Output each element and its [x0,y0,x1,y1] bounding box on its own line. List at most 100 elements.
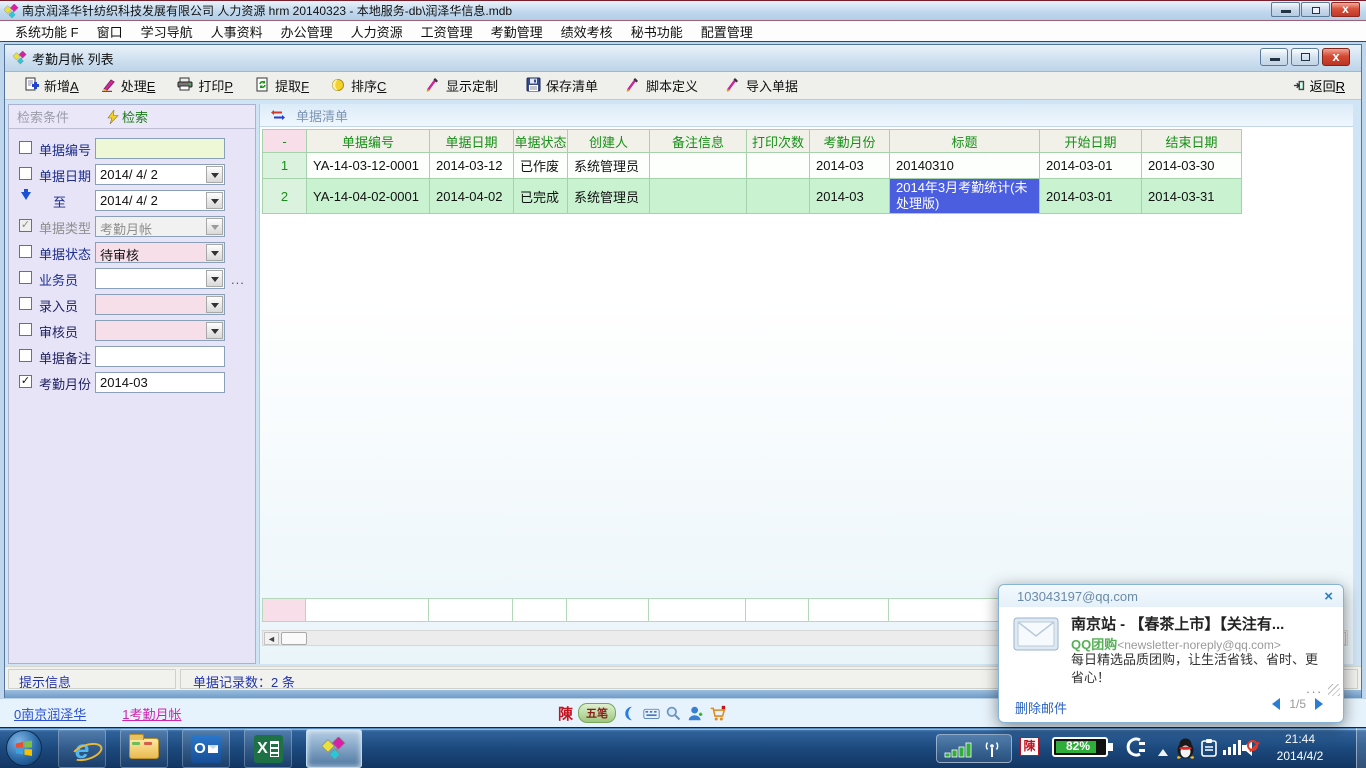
restore-button[interactable] [1301,2,1330,17]
table-row[interactable]: 2YA-14-04-02-00012014-04-02已完成系统管理员2014-… [263,179,1242,214]
checkbox-salesman[interactable] [19,271,32,284]
entry-clerk-dropdown[interactable] [95,294,225,315]
ime-language-indicator[interactable]: 陳 [558,703,573,724]
toolbar-button-导入单据[interactable]: 导入单据 [725,75,799,96]
cell-0-5[interactable] [650,153,747,179]
taskbar-outlook-button[interactable]: O [182,729,230,768]
column-header-9[interactable]: 开始日期 [1040,130,1142,153]
notification-close-icon[interactable]: × [1324,589,1333,604]
volume-muted-icon[interactable] [1242,738,1264,758]
qq-penguin-icon[interactable] [1176,738,1195,759]
bill-date-to-dropdown[interactable]: 2014/ 4/ 2 [95,190,225,211]
row-number-cell[interactable]: 1 [263,153,307,179]
cell-1-8[interactable]: 2014年3月考勤统计(未处理版) [890,179,1040,214]
column-header-8[interactable]: 标题 [890,130,1040,153]
cell-0-8[interactable]: 20140310 [890,153,1040,179]
toolbar-button-提取[interactable]: 提取F [254,75,310,96]
tab-attendance-list[interactable]: 1考勤月帐 [122,704,181,723]
cell-0-4[interactable]: 系统管理员 [568,153,650,179]
taskbar-explorer-button[interactable] [120,729,168,768]
ime-user-icon[interactable] [687,705,704,722]
tray-overflow-arrow[interactable] [1158,744,1168,756]
menu-item-2[interactable]: 学习导航 [132,20,202,43]
checkbox-bill-no[interactable] [19,141,32,154]
scrollbar-thumb[interactable] [281,632,307,645]
network-tray-button[interactable] [936,734,1012,763]
checkbox-entry-clerk[interactable] [19,297,32,310]
dropdown-arrow-bill-status[interactable] [206,244,223,261]
attendance-month-input[interactable]: 2014-03 [95,372,225,393]
menu-item-6[interactable]: 工资管理 [412,20,482,43]
toolbar-button-脚本定义[interactable]: 脚本定义 [625,75,699,96]
scroll-left-arrow[interactable]: ◄ [264,632,279,645]
taskbar-ie-button[interactable]: e [58,729,106,768]
tab-main-window[interactable]: 0南京润泽华 [14,704,86,723]
tray-ime-indicator[interactable]: 陳 [1020,737,1039,756]
column-header-0[interactable]: - [263,130,307,153]
cell-1-2[interactable]: 2014-04-02 [430,179,514,214]
ime-magnifier-icon[interactable] [665,705,682,722]
toolbar-button-显示定制[interactable]: 显示定制 [425,75,499,96]
cell-1-10[interactable]: 2014-03-31 [1142,179,1242,214]
toolbar-button-保存清单[interactable]: 保存清单 [525,75,599,96]
cell-0-1[interactable]: YA-14-03-12-0001 [307,153,430,179]
row-number-cell[interactable]: 2 [263,179,307,214]
menu-item-9[interactable]: 秘书功能 [622,20,692,43]
minimize-button[interactable] [1271,2,1300,17]
column-header-6[interactable]: 打印次数 [747,130,810,153]
start-button[interactable] [6,730,42,766]
wifi-signal-tray-icon[interactable] [1222,738,1242,756]
battery-tray-button[interactable]: 82% [1052,736,1148,758]
column-header-4[interactable]: 创建人 [568,130,650,153]
tray-clock[interactable]: 21:44 2014/4/2 [1262,731,1338,765]
search-button[interactable]: 检索 [107,107,148,126]
clipboard-tray-icon[interactable] [1200,738,1218,758]
bill-status-dropdown[interactable]: 待审核 [95,242,225,263]
bill-remark-input[interactable] [95,346,225,367]
child-restore-button[interactable] [1291,48,1319,66]
column-header-1[interactable]: 单据编号 [307,130,430,153]
ime-keyboard-icon[interactable] [643,705,660,722]
menu-item-10[interactable]: 配置管理 [692,20,762,43]
ime-cart-icon[interactable] [709,705,726,722]
column-header-3[interactable]: 单据状态 [514,130,568,153]
mail-more-dots[interactable]: ... [1306,681,1323,696]
cell-0-2[interactable]: 2014-03-12 [430,153,514,179]
dropdown-arrow-bill-date-to[interactable] [206,192,223,209]
cell-1-5[interactable] [650,179,747,214]
menu-item-4[interactable]: 办公管理 [272,20,342,43]
cell-1-6[interactable] [747,179,810,214]
menu-item-3[interactable]: 人事资料 [202,20,272,43]
bill-date-from-dropdown[interactable]: 2014/ 4/ 2 [95,164,225,185]
dropdown-arrow-salesman[interactable] [206,270,223,287]
ime-mode-button[interactable]: 五笔 [578,703,616,723]
menu-item-7[interactable]: 考勤管理 [482,20,552,43]
cell-1-7[interactable]: 2014-03 [810,179,890,214]
ime-moon-icon[interactable] [621,705,638,722]
column-header-2[interactable]: 单据日期 [430,130,514,153]
salesman-dropdown[interactable] [95,268,225,289]
child-minimize-button[interactable] [1260,48,1288,66]
pager-next-icon[interactable] [1315,698,1329,710]
taskbar-excel-button[interactable]: X [244,729,292,768]
cell-0-10[interactable]: 2014-03-30 [1142,153,1242,179]
close-button[interactable]: x [1331,2,1360,17]
checkbox-bill-type[interactable]: ✓ [19,219,32,232]
column-header-7[interactable]: 考勤月份 [810,130,890,153]
dropdown-arrow-entry-clerk[interactable] [206,296,223,313]
toolbar-button-排序[interactable]: 排序C [330,75,387,96]
delete-mail-link[interactable]: 删除邮件 [1015,698,1067,717]
cell-0-7[interactable]: 2014-03 [810,153,890,179]
taskbar-hrm-app-button[interactable] [306,729,362,768]
cell-1-4[interactable]: 系统管理员 [568,179,650,214]
dropdown-arrow-bill-date-from[interactable] [206,166,223,183]
dropdown-arrow-auditor[interactable] [206,322,223,339]
toolbar-button-处理[interactable]: 处理E [100,75,157,96]
cell-1-3[interactable]: 已完成 [514,179,568,214]
menu-item-0[interactable]: 系统功能 F [6,20,88,43]
bill-no-input[interactable] [95,138,225,159]
return-button[interactable]: 返回R [1293,76,1345,95]
dropdown-arrow-bill-type[interactable] [206,218,223,235]
child-close-button[interactable]: x [1322,48,1350,66]
checkbox-attendance-month[interactable]: ✓ [19,375,32,388]
